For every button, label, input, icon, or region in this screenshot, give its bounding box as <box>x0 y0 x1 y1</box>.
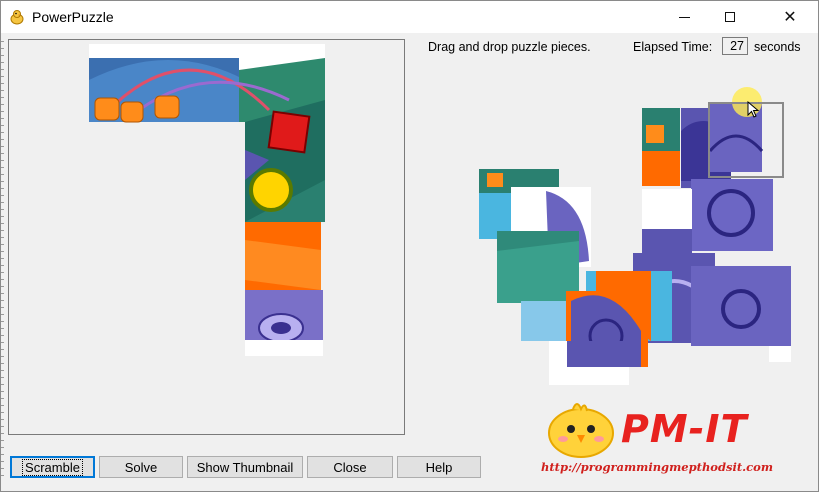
puzzle-piece[interactable] <box>642 189 692 269</box>
app-window: PowerPuzzle ✕ Drag and drop puzzle piece… <box>0 0 819 492</box>
watermark: PM-IT http://programmingmepthodsit.com <box>539 399 779 479</box>
close-button[interactable]: Close <box>307 456 393 478</box>
puzzle-app-icon <box>10 10 24 25</box>
window-edge <box>1 41 4 481</box>
selected-piece-outline[interactable] <box>708 102 784 178</box>
chick-mascot-icon <box>548 403 614 458</box>
puzzle-piece[interactable] <box>633 253 715 343</box>
title-bar: PowerPuzzle ✕ <box>1 1 818 33</box>
elapsed-time-value: 27 <box>722 37 748 55</box>
solved-puzzle-panel[interactable] <box>8 39 405 435</box>
watermark-brand: PM-IT <box>621 407 748 451</box>
close-window-button[interactable]: ✕ <box>767 1 813 33</box>
mouse-cursor-icon <box>747 101 760 118</box>
puzzle-piece[interactable] <box>586 271 672 341</box>
close-icon: ✕ <box>783 9 797 26</box>
puzzle-piece[interactable] <box>511 187 591 267</box>
puzzle-piece[interactable] <box>549 341 629 385</box>
scramble-button[interactable]: Scramble <box>10 456 95 478</box>
solve-button[interactable]: Solve <box>99 456 183 478</box>
instruction-text: Drag and drop puzzle pieces. <box>428 40 591 54</box>
help-button[interactable]: Help <box>397 456 481 478</box>
window-title: PowerPuzzle <box>32 9 114 25</box>
solved-puzzle-image <box>89 44 325 356</box>
minimize-button[interactable] <box>661 1 707 33</box>
puzzle-piece[interactable] <box>497 231 579 303</box>
watermark-url: http://programmingmepthodsit.com <box>541 460 774 474</box>
elapsed-time-unit: seconds <box>754 40 801 54</box>
scramble-button-label: Scramble <box>22 458 83 476</box>
puzzle-piece[interactable] <box>479 169 559 239</box>
puzzle-piece[interactable] <box>642 108 680 186</box>
puzzle-piece[interactable] <box>691 179 773 251</box>
puzzle-piece[interactable] <box>566 291 648 367</box>
minimize-icon <box>678 16 690 18</box>
maximize-icon <box>725 12 735 22</box>
show-thumbnail-button[interactable]: Show Thumbnail <box>187 456 303 478</box>
elapsed-time-label: Elapsed Time: <box>633 40 713 54</box>
puzzle-piece[interactable] <box>691 266 791 362</box>
maximize-button[interactable] <box>707 1 753 33</box>
puzzle-piece[interactable] <box>521 301 567 341</box>
